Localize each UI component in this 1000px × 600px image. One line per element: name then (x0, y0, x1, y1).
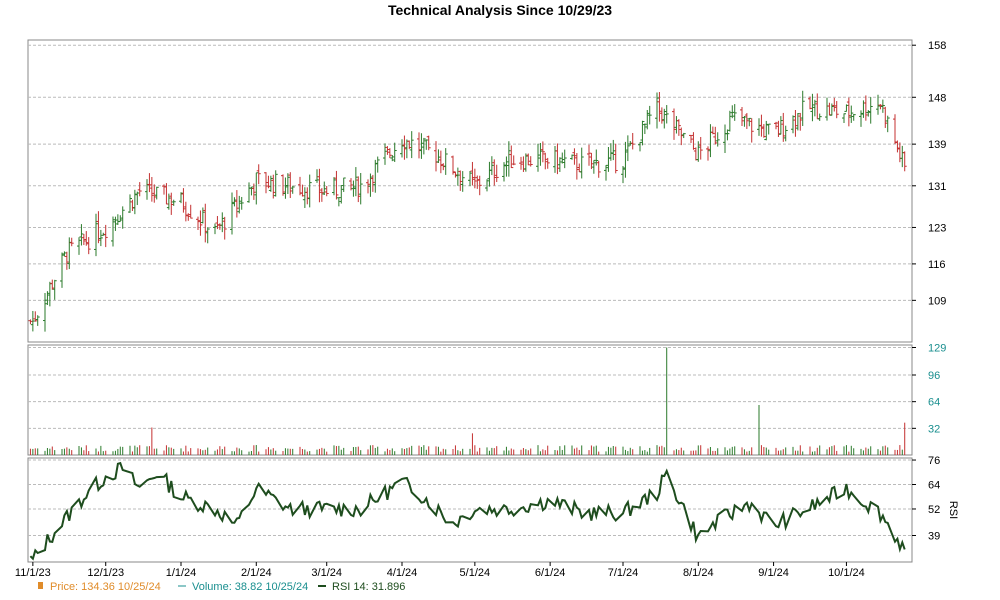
price-tick-label: 116 (928, 259, 946, 271)
price-panel-frame (27, 39, 913, 343)
chart-title: Technical Analysis Since 10/29/23 (388, 2, 612, 18)
x-tick-label: 9/1/24 (758, 567, 789, 579)
technical-analysis-chart: Technical Analysis Since 10/29/23 158 148… (15, 2, 959, 593)
price-tick-label: 109 (928, 295, 946, 307)
x-tick-label: 5/1/24 (460, 567, 491, 579)
legend-price: Price: 134.36 10/25/24 (50, 581, 161, 593)
x-tick-label: 3/1/24 (311, 567, 342, 579)
x-tick-label: 4/1/24 (387, 567, 418, 579)
chart-legend: Price: 134.36 10/25/24 Volume: 38.82 10/… (38, 581, 405, 593)
x-tick-label: 10/1/24 (828, 567, 865, 579)
volume-grid (28, 347, 912, 429)
rsi-axis-ticks: 76 64 52 39 (912, 455, 940, 542)
rsi-axis-label: RSI (947, 501, 959, 519)
x-tick-label: 2/1/24 (241, 567, 272, 579)
volume-tick-label: 64 (928, 397, 940, 409)
volume-tick-label: 96 (928, 370, 940, 382)
volume-panel: 129 96 64 32 (27, 343, 946, 456)
x-tick-label: 1/1/24 (166, 567, 197, 579)
volume-axis-ticks: 129 96 64 32 (912, 343, 946, 435)
rsi-tick-label: 76 (928, 455, 940, 467)
legend-price-swatch (38, 582, 43, 589)
legend-volume: Volume: 38.82 10/25/24 (192, 581, 308, 593)
volume-tick-label: 32 (928, 423, 940, 435)
rsi-tick-label: 39 (928, 530, 940, 542)
price-tick-label: 158 (928, 40, 946, 52)
x-tick-label: 6/1/24 (535, 567, 566, 579)
x-tick-label: 12/1/23 (87, 567, 124, 579)
price-ohlc-bars (28, 90, 907, 332)
rsi-panel-frame (27, 457, 913, 563)
rsi-tick-label: 52 (928, 504, 940, 516)
x-axis-ticks: 11/1/23 12/1/23 1/1/24 2/1/24 3/1/24 4/1/24 5/… (15, 562, 865, 579)
price-tick-label: 139 (928, 139, 946, 151)
price-tick-label: 131 (928, 181, 946, 193)
rsi-panel: 76 64 52 39 RSI (27, 455, 959, 563)
price-tick-label: 123 (928, 222, 946, 234)
x-tick-label: 7/1/24 (608, 567, 639, 579)
price-tick-label: 148 (928, 92, 946, 104)
legend-rsi: RSI 14: 31.896 (332, 581, 405, 593)
price-axis-ticks: 158 148 139 131 123 116 109 (912, 40, 946, 307)
price-panel: 158 148 139 131 123 116 109 (27, 39, 946, 343)
rsi-tick-label: 64 (928, 480, 940, 492)
x-tick-label: 8/1/24 (683, 567, 714, 579)
volume-panel-frame (27, 344, 913, 456)
x-tick-label: 11/1/23 (15, 567, 51, 579)
rsi-line (29, 461, 906, 561)
volume-tick-label: 129 (928, 343, 946, 355)
